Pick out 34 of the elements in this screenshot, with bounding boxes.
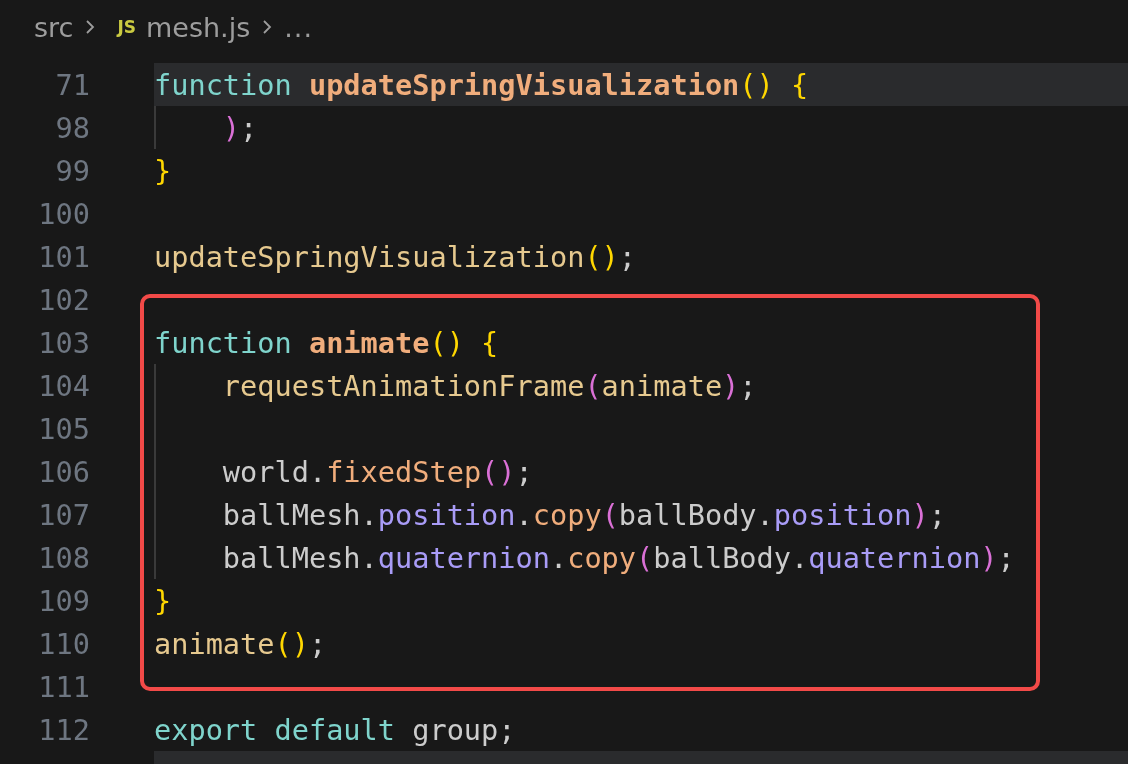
breadcrumb-item[interactable]: src	[34, 11, 74, 43]
line-number: 103	[38, 325, 90, 360]
line-number: 110	[38, 626, 90, 661]
line-number: 109	[38, 583, 90, 618]
line-number: 111	[38, 669, 90, 704]
code-line: }	[154, 583, 172, 618]
code-line: world.fixedStep();	[222, 454, 533, 489]
chevron-icon	[262, 19, 273, 35]
breadcrumb-item[interactable]: ...	[284, 11, 313, 43]
code-line: function updateSpringVisualization() {	[154, 67, 809, 102]
line-number: 101	[38, 239, 90, 274]
code-line: );	[222, 110, 258, 145]
line-number: 99	[55, 153, 90, 188]
line-number: 100	[38, 196, 90, 231]
code-line: animate();	[154, 626, 327, 661]
line-number: 108	[38, 540, 90, 575]
file-type-icon: JS	[117, 17, 136, 37]
code-line: ballMesh.position.copy(ballBody.position);	[222, 497, 946, 532]
line-number: 105	[38, 411, 90, 446]
code-line: export default group;	[154, 712, 516, 747]
chevron-icon	[85, 19, 96, 35]
code-line: updateSpringVisualization();	[154, 239, 637, 274]
line-number: 104	[38, 368, 90, 403]
line-number: 71	[55, 67, 90, 102]
line-number: 98	[55, 110, 90, 145]
line-number: 102	[38, 282, 90, 317]
line-number: 107	[38, 497, 90, 532]
code-line: requestAnimationFrame(animate);	[222, 368, 757, 403]
code-line: ballMesh.quaternion.copy(ballBody.quaternion);	[222, 540, 1015, 575]
code-line: function animate() {	[154, 325, 499, 360]
code-line: }	[154, 153, 172, 188]
line-number: 106	[38, 454, 90, 489]
line-number: 112	[38, 712, 90, 747]
breadcrumb-item[interactable]: mesh.js	[146, 11, 251, 43]
